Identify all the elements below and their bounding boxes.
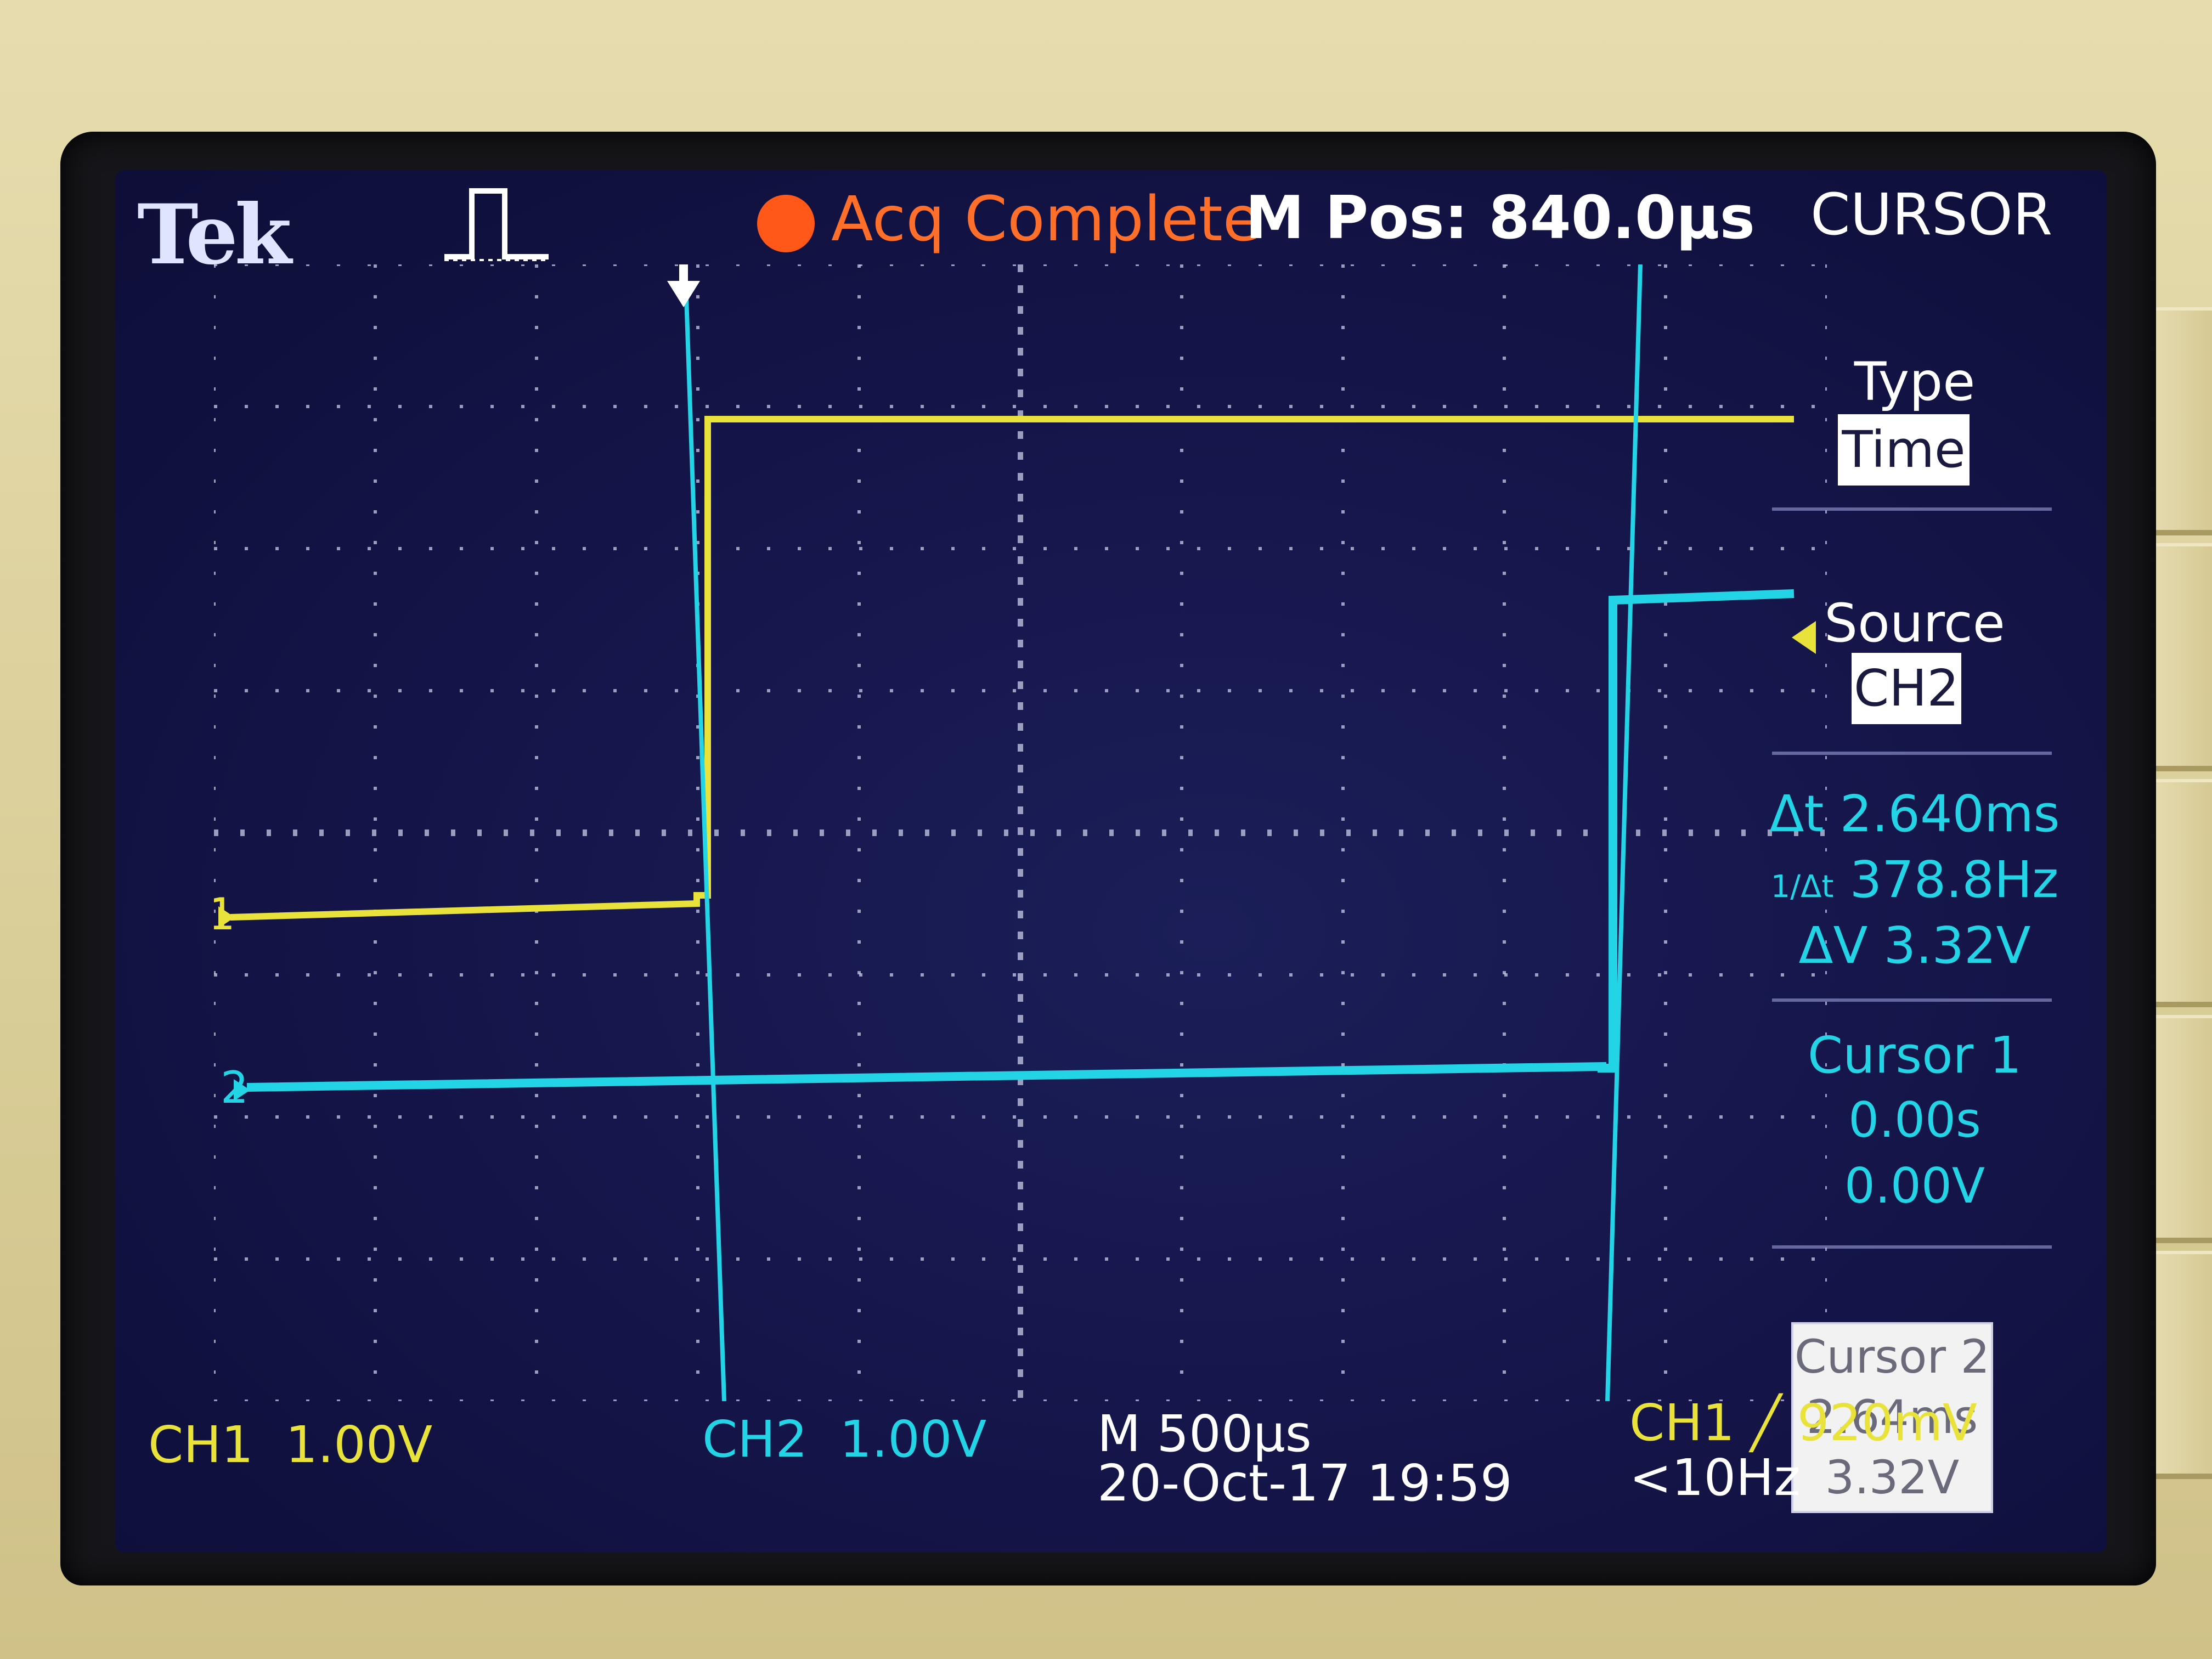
date-time: 20-Oct-17 19:59 xyxy=(1097,1454,1513,1513)
ch1-name: CH1 xyxy=(148,1415,253,1474)
ch1-volts-per-div: 1.00V xyxy=(285,1415,433,1474)
cursor1-label[interactable]: Cursor 1 xyxy=(1761,1026,2068,1085)
type-value[interactable]: Time xyxy=(1838,414,1970,486)
delta-voltage: ΔV 3.32V xyxy=(1798,916,2031,975)
trigger-frequency: <10Hz xyxy=(1629,1448,1801,1507)
cursor2-voltage: 3.32V xyxy=(1825,1451,1960,1504)
ch2-name: CH2 xyxy=(702,1410,808,1469)
type-label: Type xyxy=(1854,351,1976,413)
trigger-pulse-icon xyxy=(444,188,549,261)
menu-separator xyxy=(1772,998,2052,1002)
inverse-delta-time-symbol: 1/Δt xyxy=(1770,869,1834,905)
acquisition-status-icon xyxy=(757,195,815,252)
menu-separator xyxy=(1772,507,2052,511)
cursor2-label: Cursor 2 xyxy=(1794,1330,1990,1384)
inverse-delta-time-value: 378.8Hz xyxy=(1849,850,2059,909)
inverse-delta-time: 1/Δt 378.8Hz xyxy=(1761,850,2068,909)
horizontal-position: M Pos: 840.0µs xyxy=(1245,184,1755,252)
grid-lines xyxy=(214,264,1827,1401)
source-label: Source xyxy=(1824,592,2005,654)
cursor-menu: Type Time Source CH2 Δt 2.640ms 1/Δt 378… xyxy=(1761,280,2068,1513)
menu-separator xyxy=(1772,752,2052,755)
ch2-volts-per-div: 1.00V xyxy=(839,1410,987,1469)
menu-title: CURSOR xyxy=(1810,181,2053,248)
ch2-scale: CH2 1.00V xyxy=(702,1410,986,1469)
ch1-trace xyxy=(230,416,1794,921)
acquisition-status: Acq Complete xyxy=(831,184,1261,255)
ch1-scale: CH1 1.00V xyxy=(148,1415,432,1474)
delta-time: Δt 2.640ms xyxy=(1769,785,2060,843)
source-value[interactable]: CH2 xyxy=(1852,653,1961,724)
oscilloscope-screen: Tek Acq Complete M Pos: 840.0µs CURSOR 1… xyxy=(115,170,2107,1553)
trigger-setting: CH1 ╱ 920mV xyxy=(1629,1393,1977,1452)
cursor1-time: 0.00s xyxy=(1848,1092,1981,1148)
menu-separator xyxy=(1772,1245,2052,1249)
waveform-graticule: 1 2 xyxy=(214,264,1827,1401)
cursor1-voltage: 0.00V xyxy=(1844,1158,1985,1214)
